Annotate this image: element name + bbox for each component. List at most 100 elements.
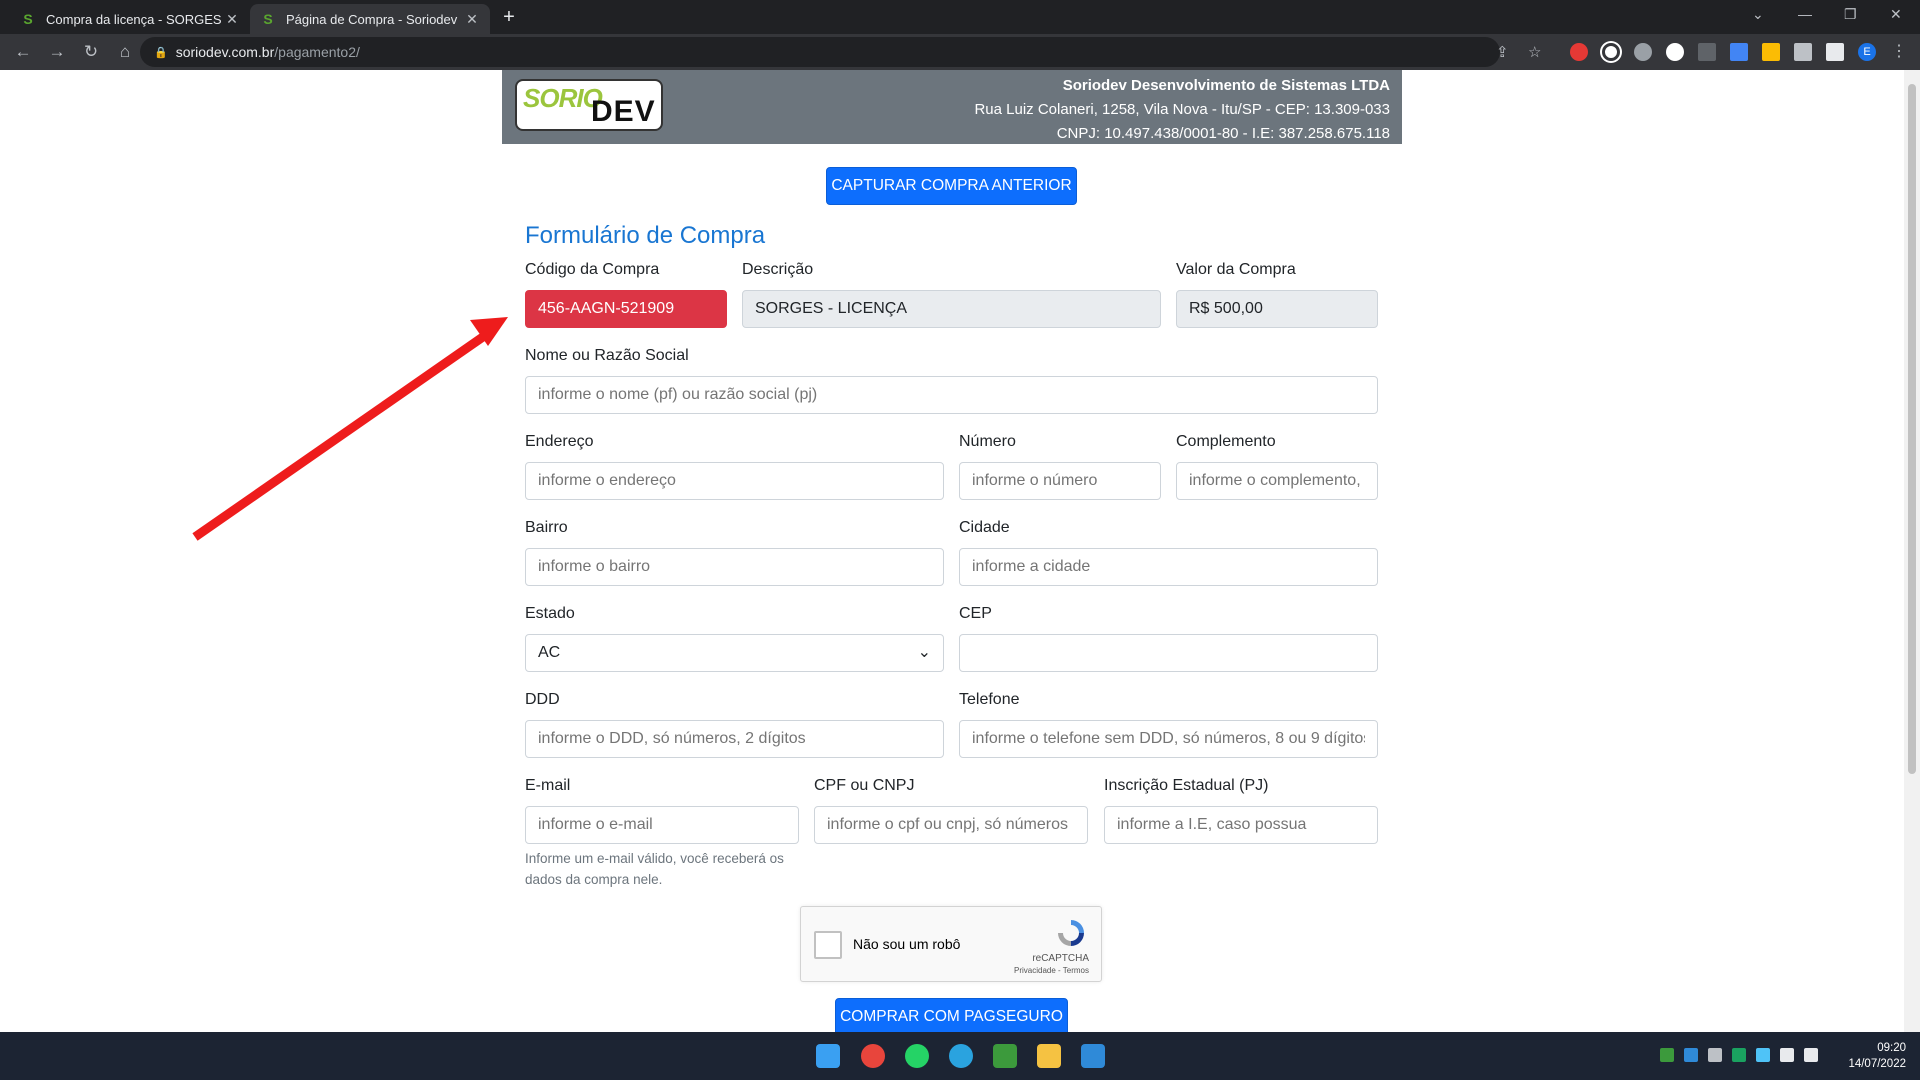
endereco-field[interactable] bbox=[525, 462, 944, 500]
codigo-label: Código da Compra bbox=[525, 261, 660, 278]
numero-field[interactable] bbox=[959, 462, 1161, 500]
recaptcha-widget: Não sou um robô reCAPTCHA Privacidade - … bbox=[800, 906, 1102, 982]
telegram-icon[interactable] bbox=[949, 1044, 973, 1068]
tray-weather-icon[interactable] bbox=[1756, 1048, 1770, 1062]
ie-label: Inscrição Estadual (PJ) bbox=[1104, 777, 1269, 794]
windows-start-icon[interactable] bbox=[816, 1044, 840, 1068]
email-label: E-mail bbox=[525, 777, 571, 794]
new-tab-icon[interactable]: + bbox=[498, 6, 520, 29]
clock-date: 14/07/2022 bbox=[1848, 1058, 1906, 1070]
close-tab-icon[interactable]: ✕ bbox=[464, 11, 480, 28]
tab-title: Página de Compra - Soriodev bbox=[286, 11, 458, 27]
buy-pagseguro-button[interactable]: COMPRAR COM PAGSEGURO bbox=[835, 998, 1068, 1032]
descricao-label: Descrição bbox=[742, 261, 814, 278]
recaptcha-label: Não sou um robô bbox=[853, 936, 961, 952]
tab-pagina-compra[interactable]: S Página de Compra - Soriodev ✕ bbox=[250, 4, 490, 34]
address-bar[interactable]: 🔒 soriodev.com.br/pagamento2/ ⇪ ☆ bbox=[140, 37, 1541, 67]
minimize-icon[interactable]: — bbox=[1798, 6, 1812, 22]
tray-usb-icon[interactable] bbox=[1708, 1048, 1722, 1062]
cidade-field[interactable] bbox=[959, 548, 1378, 586]
url-host: soriodev.com.br bbox=[175, 44, 275, 60]
system-clock[interactable]: 09:20 14/07/2022 bbox=[1848, 1040, 1906, 1072]
cpf-cnpj-field[interactable] bbox=[814, 806, 1088, 844]
tray-network-icon[interactable] bbox=[1684, 1048, 1698, 1062]
notepad-icon[interactable] bbox=[1081, 1044, 1105, 1068]
estado-select[interactable]: AC ⌄ bbox=[525, 634, 944, 672]
recaptcha-brand: reCAPTCHA bbox=[1032, 953, 1089, 964]
tab-search-icon[interactable]: ⌄ bbox=[1752, 6, 1764, 23]
recaptcha-checkbox[interactable] bbox=[814, 931, 842, 959]
restore-icon[interactable]: ❐ bbox=[1844, 6, 1857, 23]
cep-field[interactable] bbox=[959, 634, 1378, 672]
close-window-icon[interactable]: ✕ bbox=[1890, 6, 1902, 23]
codigo-compra-field[interactable] bbox=[525, 290, 727, 328]
tray-app-icon[interactable] bbox=[1660, 1048, 1674, 1062]
company-info: Soriodev Desenvolvimento de Sistemas LTD… bbox=[974, 74, 1390, 146]
close-tab-icon[interactable]: ✕ bbox=[224, 11, 240, 28]
extensions-puzzle-icon[interactable] bbox=[1794, 43, 1812, 61]
nome-label: Nome ou Razão Social bbox=[525, 347, 689, 364]
recaptcha-terms-link[interactable]: Privacidade - Termos bbox=[1014, 966, 1089, 975]
browser-tabstrip: S Compra da licença - SORGES ✕ S Página … bbox=[0, 0, 1920, 34]
tab-compra-licenca[interactable]: S Compra da licença - SORGES ✕ bbox=[10, 4, 250, 34]
cpf-label: CPF ou CNPJ bbox=[814, 777, 915, 794]
ddd-field[interactable] bbox=[525, 720, 944, 758]
numero-label: Número bbox=[959, 433, 1016, 450]
extension-download-icon[interactable] bbox=[1762, 43, 1780, 61]
task-manager-icon[interactable] bbox=[993, 1044, 1017, 1068]
tray-security-icon[interactable] bbox=[1732, 1048, 1746, 1062]
url-path: /pagamento2/ bbox=[274, 44, 360, 60]
recaptcha-logo-icon bbox=[1058, 920, 1084, 946]
form-title: Formulário de Compra bbox=[525, 222, 766, 249]
back-icon[interactable]: ← bbox=[8, 42, 38, 62]
extension-translate-icon[interactable] bbox=[1730, 43, 1748, 61]
soriodev-favicon-icon: S bbox=[23, 11, 33, 27]
company-ids: CNPJ: 10.497.438/0001-80 - I.E: 387.258.… bbox=[1056, 125, 1390, 142]
file-explorer-icon[interactable] bbox=[1037, 1044, 1061, 1068]
bairro-label: Bairro bbox=[525, 519, 568, 536]
company-address: Rua Luiz Colaneri, 1258, Vila Nova - Itu… bbox=[974, 101, 1390, 118]
page-content: SORIO DEV Soriodev Desenvolvimento de Si… bbox=[0, 70, 1920, 1032]
cidade-label: Cidade bbox=[959, 519, 1010, 536]
chrome-icon[interactable] bbox=[861, 1044, 885, 1068]
page-scrollbar[interactable] bbox=[1904, 70, 1920, 1032]
extension-record-icon[interactable] bbox=[1666, 43, 1684, 61]
descricao-field[interactable] bbox=[742, 290, 1161, 328]
scrollbar-thumb[interactable] bbox=[1908, 84, 1916, 774]
extension-circle-icon[interactable] bbox=[1602, 43, 1620, 61]
email-field[interactable] bbox=[525, 806, 799, 844]
soriodev-favicon-icon: S bbox=[263, 11, 273, 27]
bookmark-star-icon[interactable]: ☆ bbox=[1528, 43, 1541, 61]
tab-title: Compra da licença - SORGES bbox=[46, 11, 222, 27]
logo-text-dev: DEV bbox=[591, 95, 656, 128]
lock-icon: 🔒 bbox=[154, 46, 168, 59]
complemento-field[interactable] bbox=[1176, 462, 1378, 500]
forward-icon[interactable]: → bbox=[42, 42, 72, 62]
arrow-head bbox=[470, 317, 508, 346]
estado-selected-value: AC bbox=[538, 644, 561, 661]
valor-compra-field[interactable] bbox=[1176, 290, 1378, 328]
ddd-label: DDD bbox=[525, 691, 560, 708]
tray-display-icon[interactable] bbox=[1780, 1048, 1794, 1062]
side-panel-icon[interactable] bbox=[1826, 43, 1844, 61]
windows-taskbar: 09:20 14/07/2022 bbox=[0, 1032, 1920, 1080]
bairro-field[interactable] bbox=[525, 548, 944, 586]
profile-avatar[interactable]: E bbox=[1858, 43, 1876, 61]
share-icon[interactable]: ⇪ bbox=[1496, 43, 1509, 61]
inscricao-estadual-field[interactable] bbox=[1104, 806, 1378, 844]
extension-puzzle-gray-icon[interactable] bbox=[1634, 43, 1652, 61]
telefone-field[interactable] bbox=[959, 720, 1378, 758]
whatsapp-icon[interactable] bbox=[905, 1044, 929, 1068]
volume-icon[interactable] bbox=[1804, 1048, 1818, 1062]
extension-red-icon[interactable] bbox=[1570, 43, 1588, 61]
soriodev-logo[interactable]: SORIO DEV bbox=[515, 79, 663, 131]
capture-previous-purchase-button[interactable]: CAPTURAR COMPRA ANTERIOR bbox=[826, 167, 1077, 205]
reload-icon[interactable]: ↻ bbox=[76, 42, 106, 62]
home-icon[interactable]: ⌂ bbox=[110, 42, 140, 62]
nome-razao-social-field[interactable] bbox=[525, 376, 1378, 414]
valor-label: Valor da Compra bbox=[1176, 261, 1296, 278]
complemento-label: Complemento bbox=[1176, 433, 1276, 450]
browser-toolbar: ← → ↻ ⌂ 🔒 soriodev.com.br/pagamento2/ ⇪ … bbox=[0, 34, 1920, 70]
menu-kebab-icon[interactable]: ⋮ bbox=[1890, 43, 1908, 61]
extension-mail-icon[interactable] bbox=[1698, 43, 1716, 61]
